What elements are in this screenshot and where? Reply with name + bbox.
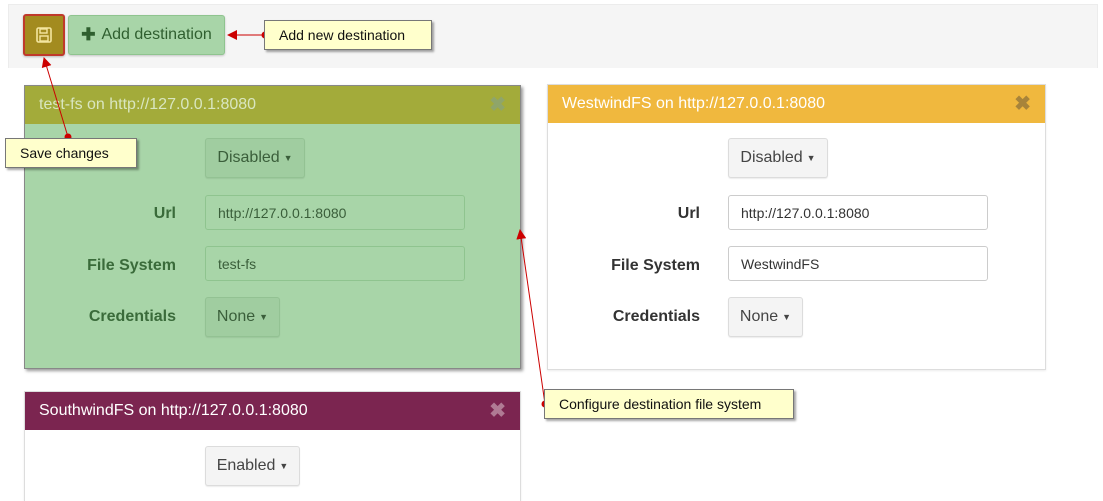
- add-destination-button[interactable]: ✚ Add destination: [68, 15, 225, 55]
- callout-save-changes: Save changes: [5, 138, 137, 168]
- panel-heading: test-fs on http://127.0.0.1:8080 ✖: [25, 86, 520, 124]
- close-icon[interactable]: ✖: [1014, 94, 1031, 114]
- callout-configure-destination: Configure destination file system: [544, 389, 794, 419]
- credentials-dropdown[interactable]: None ▼: [205, 297, 280, 337]
- chevron-down-icon: ▼: [782, 312, 792, 322]
- plus-icon: ✚: [81, 25, 96, 44]
- floppy-disk-icon: [36, 27, 52, 43]
- destination-panel-westwindfs[interactable]: WestwindFS on http://127.0.0.1:8080 ✖ Di…: [547, 84, 1046, 370]
- close-icon[interactable]: ✖: [489, 95, 506, 115]
- credentials-value: None: [216, 308, 256, 325]
- status-value: Disabled: [740, 149, 803, 166]
- panel-title: WestwindFS on http://127.0.0.1:8080: [562, 95, 825, 112]
- destination-panel-test-fs[interactable]: test-fs on http://127.0.0.1:8080 ✖ Disab…: [24, 85, 521, 369]
- url-label: Url: [153, 205, 176, 222]
- url-input[interactable]: http://127.0.0.1:8080: [205, 195, 465, 230]
- status-dropdown[interactable]: Disabled ▼: [205, 138, 305, 178]
- chevron-down-icon: ▼: [283, 153, 293, 163]
- chevron-down-icon: ▼: [259, 312, 269, 322]
- status-value: Enabled: [216, 457, 276, 474]
- destination-panel-southwindfs[interactable]: SouthwindFS on http://127.0.0.1:8080 ✖ E…: [24, 391, 521, 501]
- panel-heading: SouthwindFS on http://127.0.0.1:8080 ✖: [25, 392, 520, 430]
- panel-heading: WestwindFS on http://127.0.0.1:8080 ✖: [548, 85, 1045, 123]
- file-system-input[interactable]: WestwindFS: [728, 246, 988, 281]
- credentials-label: Credentials: [88, 308, 176, 325]
- status-dropdown[interactable]: Enabled ▼: [205, 446, 300, 486]
- url-input[interactable]: http://127.0.0.1:8080: [728, 195, 988, 230]
- chevron-down-icon: ▼: [279, 461, 289, 471]
- file-system-input[interactable]: test-fs: [205, 246, 465, 281]
- status-dropdown[interactable]: Disabled ▼: [728, 138, 828, 178]
- add-destination-label: Add destination: [101, 26, 212, 43]
- file-system-label: File System: [87, 257, 176, 274]
- status-value: Disabled: [217, 149, 280, 166]
- chevron-down-icon: ▼: [806, 153, 816, 163]
- url-label: Url: [677, 205, 700, 222]
- file-system-label: File System: [611, 257, 700, 274]
- save-button[interactable]: [23, 14, 65, 56]
- callout-add-new-destination: Add new destination: [264, 20, 432, 50]
- credentials-label: Credentials: [612, 308, 700, 325]
- credentials-dropdown[interactable]: None ▼: [728, 297, 803, 337]
- panel-title: SouthwindFS on http://127.0.0.1:8080: [39, 402, 308, 419]
- close-icon[interactable]: ✖: [489, 401, 506, 421]
- credentials-value: None: [739, 308, 779, 325]
- panel-title: test-fs on http://127.0.0.1:8080: [39, 96, 257, 113]
